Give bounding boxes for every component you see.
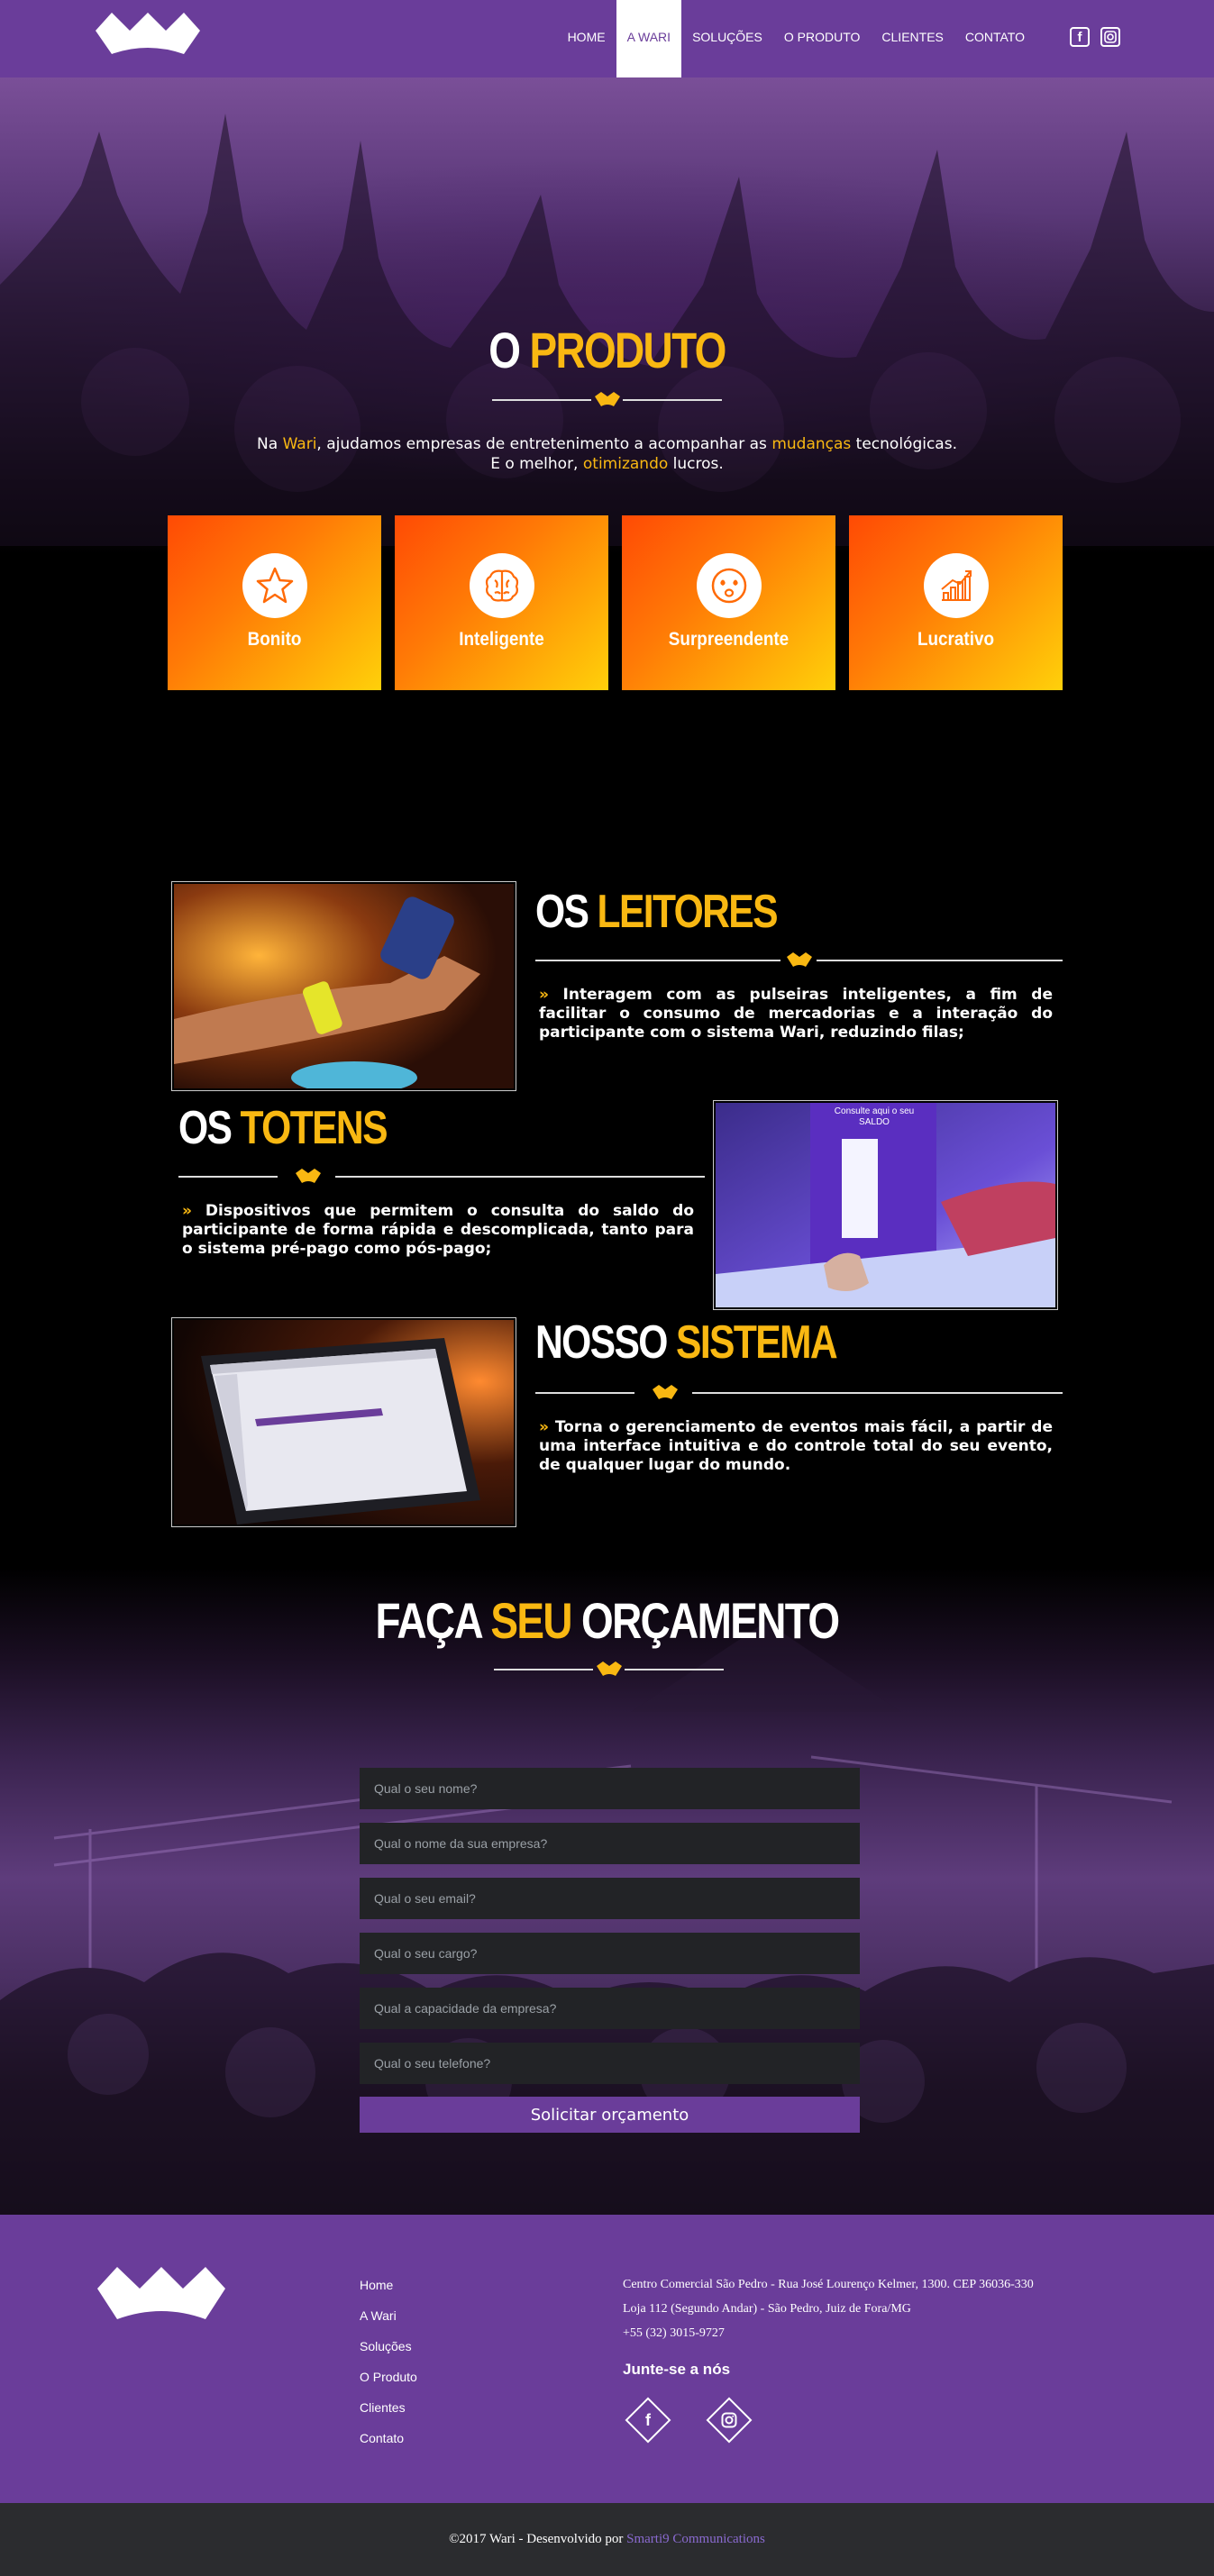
top-navbar: HOME A WARI SOLUÇÕES O PRODUTO CLIENTES … xyxy=(0,0,1214,77)
hero-description: Na Wari, ajudamos empresas de entretenim… xyxy=(257,435,957,473)
footer-link-solucoes[interactable]: Soluções xyxy=(360,2337,417,2368)
footer-link-contato[interactable]: Contato xyxy=(360,2429,417,2460)
leitores-photo xyxy=(171,881,516,1094)
email-input[interactable] xyxy=(360,1878,860,1919)
feature-card-bonito: Bonito xyxy=(168,515,381,690)
crown-icon xyxy=(596,1661,622,1676)
nav-social: f xyxy=(1070,27,1120,47)
footer-phone: +55 (32) 3015-9727 xyxy=(623,2326,725,2340)
footer-facebook-button[interactable]: f xyxy=(623,2395,673,2445)
developer-credit-link[interactable]: Smarti9 Communications xyxy=(626,2532,765,2546)
growth-chart-icon xyxy=(941,570,972,601)
leitores-divider xyxy=(535,950,1063,971)
leitores-description: » Interagem com as pulseiras inteligente… xyxy=(539,986,1054,1042)
orcamento-title: FAÇA SEU ORÇAMENTO xyxy=(375,1592,841,1649)
submit-quote-button[interactable]: Solicitar orçamento xyxy=(360,2097,860,2133)
phone-input[interactable] xyxy=(360,2043,860,2084)
footer-link-clientes[interactable]: Clientes xyxy=(360,2399,417,2429)
star-icon xyxy=(256,567,294,604)
feature-card-lucrativo: Lucrativo xyxy=(849,515,1063,690)
crowd-photo xyxy=(0,114,1214,546)
leitores-title: OS LEITORES xyxy=(535,886,779,938)
crown-icon xyxy=(786,952,812,967)
footer-link-a-wari[interactable]: A Wari xyxy=(360,2307,417,2337)
wari-footer-logo[interactable] xyxy=(96,2265,227,2330)
instagram-icon xyxy=(704,2395,754,2445)
nav-item-clientes[interactable]: CLIENTES xyxy=(871,0,954,77)
crown-icon xyxy=(594,392,620,406)
totens-title: OS TOTENS xyxy=(178,1102,388,1154)
hero-section: O PRODUTO Na Wari, ajudamos empresas de … xyxy=(0,77,1214,690)
footer: Home A Wari Soluções O Produto Clientes … xyxy=(0,2215,1214,2503)
brain-icon xyxy=(485,569,519,602)
wari-logo[interactable] xyxy=(94,11,202,63)
produto-title: O PRODUTO xyxy=(488,322,726,378)
footer-social: f xyxy=(623,2395,754,2445)
nav-item-o-produto[interactable]: O PRODUTO xyxy=(773,0,872,77)
feature-card-inteligente: Inteligente xyxy=(395,515,608,690)
sistema-title: NOSSO SISTEMA xyxy=(535,1316,838,1369)
facebook-icon: f xyxy=(645,2410,651,2429)
copyright-text: ©2017 Wari - Desenvolvido por xyxy=(449,2532,624,2546)
nav-item-home[interactable]: HOME xyxy=(557,0,616,77)
totens-description: » Dispositivos que permitem o consulta d… xyxy=(182,1202,695,1258)
sistema-divider xyxy=(535,1382,1063,1404)
copyright-bar: ©2017 Wari - Desenvolvido por Smarti9 Co… xyxy=(0,2503,1214,2576)
feature-row: Bonito Inteligente Surpreendente Lucrati… xyxy=(168,515,1063,690)
footer-link-o-produto[interactable]: O Produto xyxy=(360,2368,417,2399)
footer-address-line2: Loja 112 (Segundo Andar) - São Pedro, Ju… xyxy=(623,2302,911,2316)
footer-join-heading: Junte-se a nós xyxy=(623,2361,731,2378)
facebook-icon[interactable]: f xyxy=(1070,27,1090,47)
footer-instagram-button[interactable] xyxy=(704,2395,754,2445)
company-input[interactable] xyxy=(360,1823,860,1864)
totens-photo: Consulte aqui o seu SALDO xyxy=(713,1100,1058,1310)
nav-item-solucoes[interactable]: SOLUÇÕES xyxy=(681,0,773,77)
nav-item-a-wari[interactable]: A WARI xyxy=(616,0,682,77)
crown-icon xyxy=(296,1169,321,1183)
instagram-icon[interactable] xyxy=(1100,27,1120,47)
quote-form: Solicitar orçamento xyxy=(360,1768,860,2133)
capacity-input[interactable] xyxy=(360,1988,860,2029)
totens-divider xyxy=(178,1166,705,1188)
footer-link-home[interactable]: Home xyxy=(360,2276,417,2307)
crown-icon xyxy=(653,1385,678,1399)
page: HOME A WARI SOLUÇÕES O PRODUTO CLIENTES … xyxy=(0,0,1214,2576)
footer-links: Home A Wari Soluções O Produto Clientes … xyxy=(360,2276,417,2460)
feature-card-surpreendente: Surpreendente xyxy=(622,515,835,690)
sistema-photo xyxy=(171,1317,516,1527)
role-input[interactable] xyxy=(360,1933,860,1974)
footer-address-line1: Centro Comercial São Pedro - Rua José Lo… xyxy=(623,2278,1034,2291)
nav-item-contato[interactable]: CONTATO xyxy=(954,0,1036,77)
name-input[interactable] xyxy=(360,1768,860,1809)
footer-contact-info: Centro Comercial São Pedro - Rua José Lo… xyxy=(623,2272,1034,2345)
orcamento-divider xyxy=(494,1659,724,1680)
nav-menu: HOME A WARI SOLUÇÕES O PRODUTO CLIENTES … xyxy=(557,0,1036,77)
sistema-description: » Torna o gerenciamento de eventos mais … xyxy=(539,1418,1053,1474)
totem-screen-caption: Consulte aqui o seu SALDO xyxy=(834,1106,915,1127)
amazed-face-icon xyxy=(711,568,747,604)
produto-divider xyxy=(492,389,722,411)
